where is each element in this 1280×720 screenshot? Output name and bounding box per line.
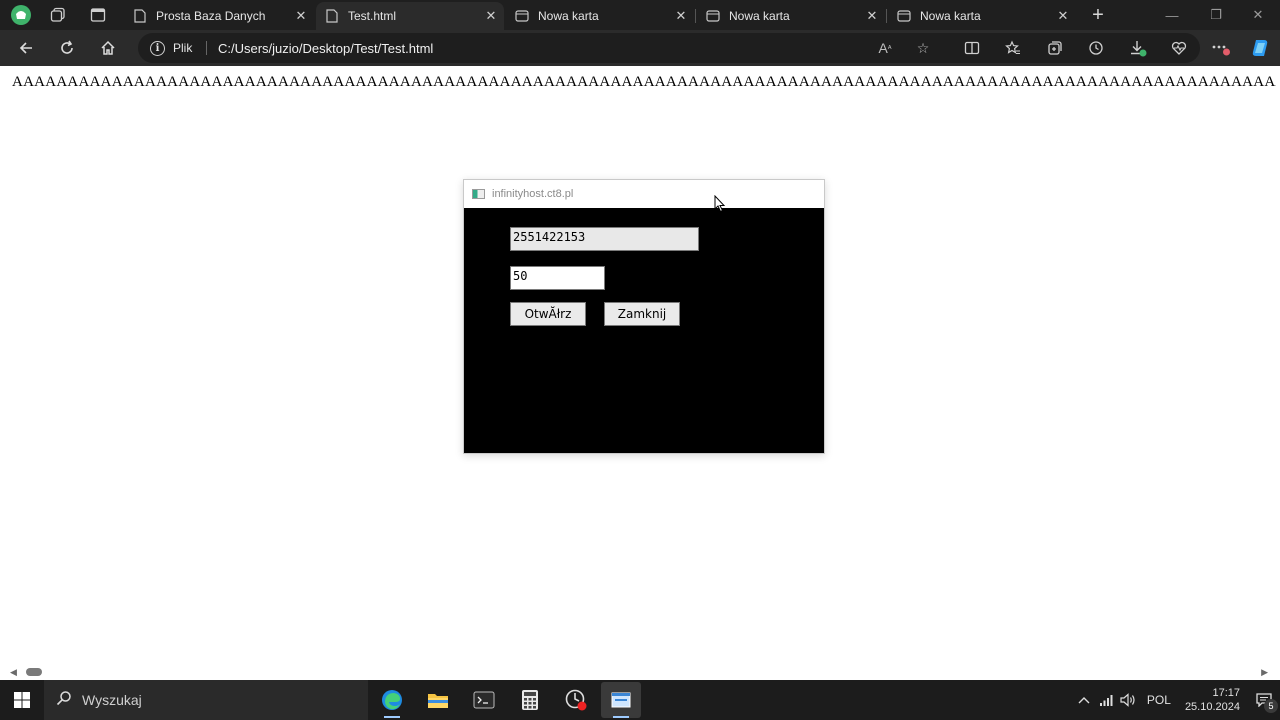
- popup-body: 2551422153 50 OtwĂłrz Zamknij: [464, 208, 824, 453]
- new-tab-page-icon: [514, 10, 530, 22]
- scroll-right-icon[interactable]: ▶: [1261, 667, 1268, 678]
- network-icon[interactable]: [1095, 694, 1117, 706]
- favorites-icon[interactable]: [999, 34, 1027, 62]
- horizontal-scrollbar[interactable]: ◀ ▶: [4, 664, 1276, 680]
- file-explorer-icon[interactable]: [418, 682, 458, 718]
- back-button[interactable]: [12, 34, 40, 62]
- refresh-button[interactable]: [53, 34, 81, 62]
- search-icon: [56, 690, 72, 711]
- close-button[interactable]: Zamknij: [604, 302, 680, 326]
- tab-title: Nowa karta: [729, 9, 790, 23]
- number-input[interactable]: 50: [510, 266, 605, 290]
- notification-count-badge: 5: [1264, 699, 1278, 713]
- downloads-icon[interactable]: [1124, 34, 1152, 62]
- tab-title: Test.html: [348, 9, 397, 23]
- tab-strip: Prosta Baza Danych ✕ Test.html ✕ Nowa ka…: [0, 0, 1280, 30]
- home-button[interactable]: [94, 34, 122, 62]
- chevron-up-icon[interactable]: [1073, 696, 1095, 704]
- page-icon: [132, 9, 148, 23]
- tab-title: Prosta Baza Danych: [156, 9, 266, 23]
- active-indicator: [384, 716, 400, 718]
- tab-separator: [695, 9, 696, 23]
- taskbar: Wyszukaj POL 17:17 25.10.2024 5: [0, 680, 1280, 720]
- site-info-button[interactable]: i Plik: [150, 33, 192, 63]
- scroll-left-icon[interactable]: ◀: [10, 667, 17, 678]
- mouse-cursor-icon: [714, 194, 726, 218]
- popup-window-icon: [472, 189, 485, 199]
- close-icon[interactable]: ✕: [859, 8, 885, 24]
- close-icon[interactable]: ✕: [288, 8, 314, 24]
- start-button[interactable]: [0, 680, 44, 720]
- search-placeholder: Wyszukaj: [82, 692, 142, 708]
- new-tab-page-icon: [705, 10, 721, 22]
- active-window-taskbar-icon[interactable]: [601, 682, 641, 718]
- edge-taskbar-icon[interactable]: [372, 682, 412, 718]
- active-indicator: [613, 716, 629, 718]
- new-tab-page-icon: [896, 10, 912, 22]
- url-text[interactable]: C:/Users/juzio/Desktop/Test/Test.html: [218, 33, 433, 63]
- close-icon[interactable]: ✕: [478, 8, 504, 24]
- clock[interactable]: 17:17 25.10.2024: [1185, 686, 1240, 714]
- more-options-icon[interactable]: [1207, 34, 1235, 62]
- calculator-icon[interactable]: [510, 682, 550, 718]
- clock-date: 25.10.2024: [1184, 701, 1240, 713]
- new-tab-button[interactable]: +: [1084, 0, 1112, 30]
- address-separator: [206, 41, 207, 55]
- tab-title: Nowa karta: [538, 9, 599, 23]
- collections-icon[interactable]: [1041, 34, 1069, 62]
- page-text: AAAAAAAAAAAAAAAAAAAAAAAAAAAAAAAAAAAAAAAA…: [12, 74, 1276, 90]
- volume-icon[interactable]: [1117, 693, 1139, 707]
- restore-button[interactable]: ❐: [1194, 0, 1238, 30]
- language-indicator[interactable]: POL: [1147, 693, 1171, 707]
- page-icon: [324, 9, 340, 23]
- tab-nowa-karta[interactable]: Nowa karta ✕: [888, 2, 1076, 30]
- tab-test-html[interactable]: Test.html ✕: [316, 2, 504, 30]
- favorite-star-icon[interactable]: ☆: [912, 37, 934, 59]
- workspaces-icon[interactable]: [44, 0, 72, 30]
- tab-title: Nowa karta: [920, 9, 981, 23]
- tab-prosta-baza-danych[interactable]: Prosta Baza Danych ✕: [124, 2, 314, 30]
- site-info-label: Plik: [173, 41, 193, 55]
- history-icon[interactable]: [1082, 34, 1110, 62]
- minimize-button[interactable]: —: [1150, 0, 1194, 30]
- system-tray: POL 17:17 25.10.2024 5: [1073, 680, 1280, 720]
- browser-toolbar: i Plik C:/Users/juzio/Desktop/Test/Test.…: [0, 30, 1280, 66]
- popup-window: infinityhost.ct8.pl 2551422153 50 OtwĂłr…: [463, 179, 825, 454]
- notifications-button[interactable]: 5: [1248, 693, 1280, 713]
- copilot-icon[interactable]: [1246, 34, 1274, 62]
- tab-actions-icon[interactable]: [84, 0, 112, 30]
- terminal-icon[interactable]: [464, 682, 504, 718]
- close-icon[interactable]: ✕: [1050, 8, 1076, 24]
- open-button[interactable]: OtwĂłrz: [510, 302, 586, 326]
- taskbar-search-box[interactable]: Wyszukaj: [44, 680, 368, 720]
- browser-essentials-icon[interactable]: [1165, 34, 1193, 62]
- read-aloud-icon[interactable]: Aᴬ: [874, 37, 896, 59]
- popup-title: infinityhost.ct8.pl: [492, 188, 574, 200]
- id-input[interactable]: 2551422153: [510, 227, 699, 251]
- tab-separator: [886, 9, 887, 23]
- profile-icon[interactable]: [6, 0, 36, 30]
- info-icon: i: [150, 40, 165, 56]
- tab-nowa-karta[interactable]: Nowa karta ✕: [697, 2, 885, 30]
- close-icon[interactable]: ✕: [668, 8, 694, 24]
- tab-nowa-karta[interactable]: Nowa karta ✕: [506, 2, 694, 30]
- clock-time: 17:17: [1212, 687, 1240, 699]
- split-screen-icon[interactable]: [958, 34, 986, 62]
- popup-titlebar[interactable]: infinityhost.ct8.pl: [464, 180, 824, 208]
- scrollbar-thumb[interactable]: [26, 668, 42, 676]
- recorder-icon[interactable]: [556, 682, 596, 718]
- close-window-button[interactable]: ✕: [1236, 0, 1280, 30]
